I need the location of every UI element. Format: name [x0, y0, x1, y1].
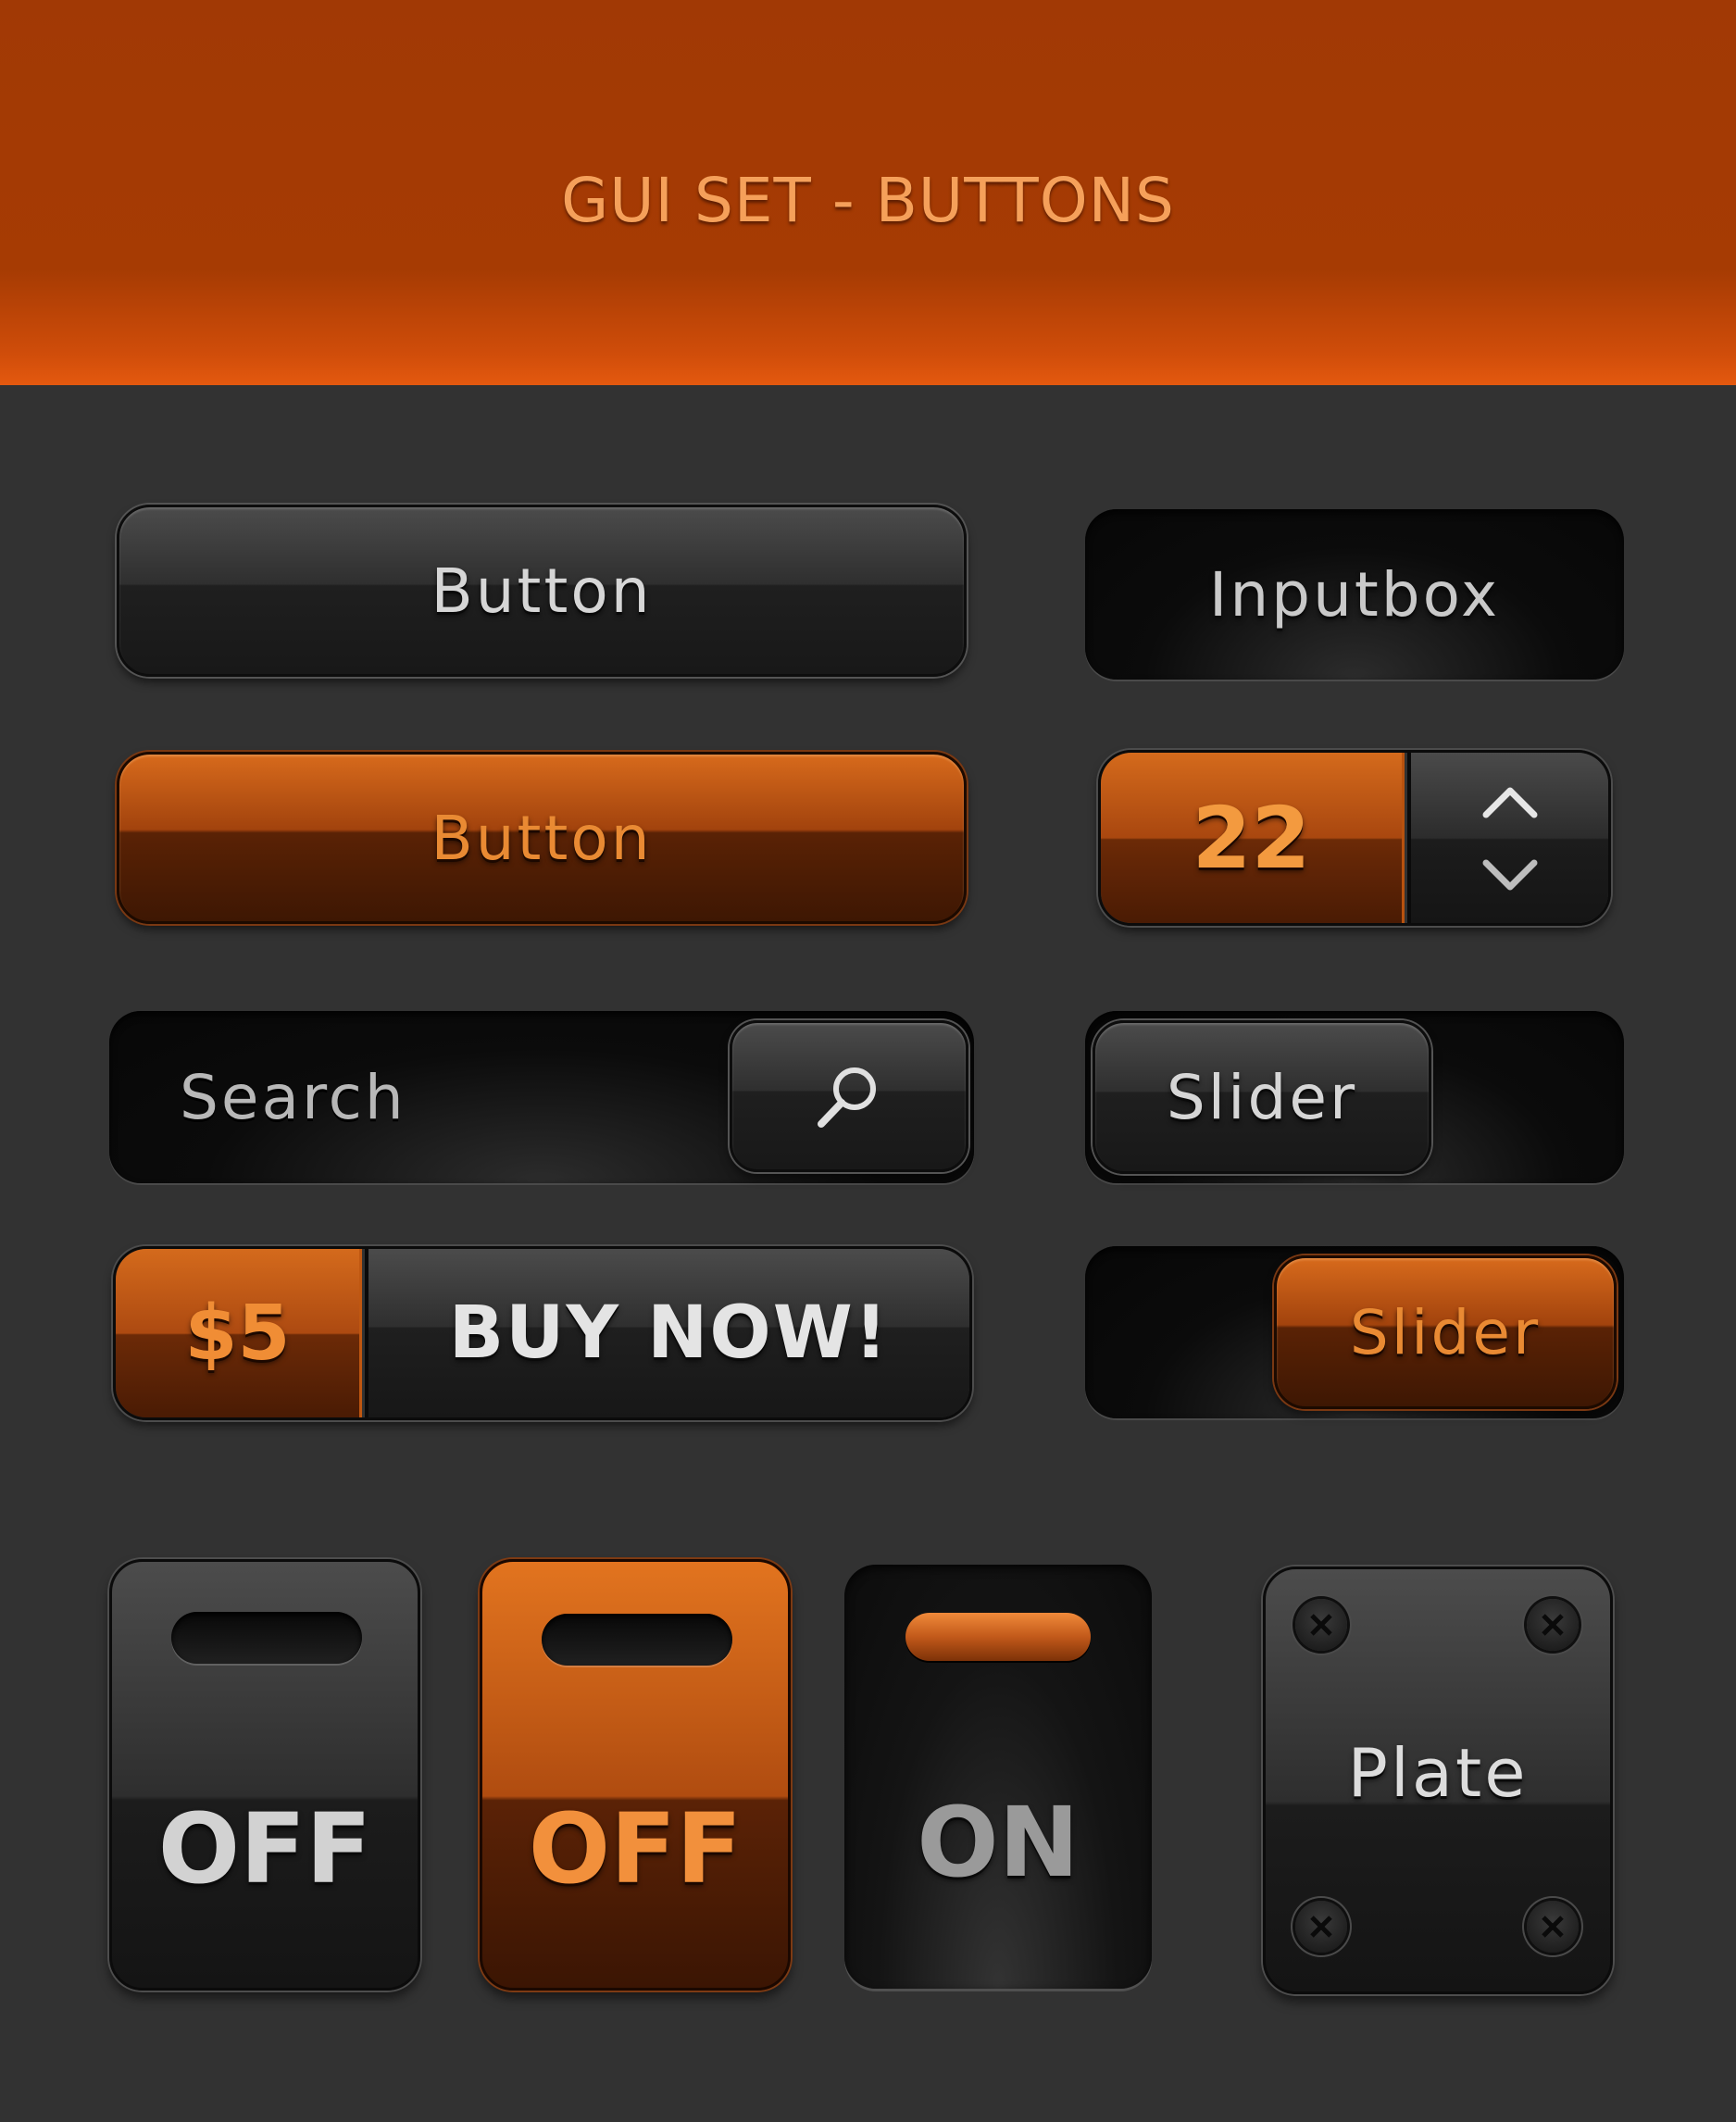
price-label: $5 [184, 1289, 291, 1378]
orange-button-label: Button [431, 802, 653, 874]
slider-track-right[interactable]: Slider [1085, 1246, 1624, 1418]
toggle-on[interactable]: ON [844, 1565, 1152, 1989]
toggle-orange-off-label: OFF [528, 1792, 743, 1905]
chevron-up-icon [1482, 787, 1537, 818]
screw-icon [1527, 1599, 1579, 1651]
chevron-down-icon [1482, 859, 1537, 891]
plate-button[interactable]: Plate [1263, 1567, 1613, 1994]
search-input[interactable]: Search [180, 1011, 735, 1183]
search-placeholder: Search [180, 1061, 406, 1133]
canvas: GUI SET - BUTTONS Button Inputbox Button… [0, 0, 1736, 2122]
inputbox-label: Inputbox [1208, 558, 1501, 630]
toggle-slot [542, 1614, 732, 1666]
dark-button[interactable]: Button [117, 505, 967, 677]
slider-thumb-orange[interactable]: Slider [1274, 1255, 1617, 1409]
buy-now-label: BUY NOW! [448, 1292, 890, 1375]
toggle-dark-off-text: OFF [112, 1784, 418, 1914]
plate-label: Plate [1347, 1734, 1529, 1812]
search-button[interactable] [730, 1020, 968, 1172]
number-stepper[interactable]: 22 [1098, 750, 1611, 926]
stepper-up-button[interactable] [1411, 769, 1608, 834]
toggle-slot [171, 1612, 362, 1664]
buy-now-button[interactable]: $5 BUY NOW! [113, 1246, 972, 1420]
plate-text: Plate [1266, 1708, 1610, 1838]
toggle-dark-off-label: OFF [157, 1792, 372, 1905]
search-icon [818, 1067, 876, 1128]
slider-dark-label: Slider [1166, 1061, 1358, 1133]
inputbox[interactable]: Inputbox [1085, 509, 1624, 680]
screw-icon [1527, 1901, 1579, 1953]
toggle-slot-lit [905, 1613, 1091, 1661]
dark-button-label: Button [431, 555, 653, 627]
toggle-dark-off[interactable]: OFF [109, 1559, 420, 1991]
screw-icon [1295, 1599, 1347, 1651]
orange-button[interactable]: Button [117, 752, 967, 924]
search-field[interactable]: Search [109, 1011, 974, 1183]
header-banner: GUI SET - BUTTONS [0, 0, 1736, 385]
toggle-on-text: ON [844, 1778, 1152, 1907]
stepper-value-box[interactable]: 22 [1101, 753, 1405, 923]
stepper-value: 22 [1192, 788, 1311, 888]
slider-track-left[interactable]: Slider [1085, 1011, 1624, 1183]
slider-thumb-dark[interactable]: Slider [1093, 1020, 1431, 1174]
toggle-on-label: ON [917, 1786, 1080, 1899]
toggle-orange-off[interactable]: OFF [480, 1559, 791, 1991]
stepper-down-button[interactable] [1411, 843, 1608, 908]
toggle-orange-off-text: OFF [482, 1784, 788, 1914]
buy-now-area[interactable]: BUY NOW! [365, 1249, 969, 1417]
price-tag: $5 [116, 1249, 362, 1417]
screw-icon [1295, 1901, 1347, 1953]
page-title: GUI SET - BUTTONS [561, 165, 1175, 236]
slider-orange-label: Slider [1349, 1296, 1542, 1368]
stepper-controls [1407, 753, 1608, 923]
